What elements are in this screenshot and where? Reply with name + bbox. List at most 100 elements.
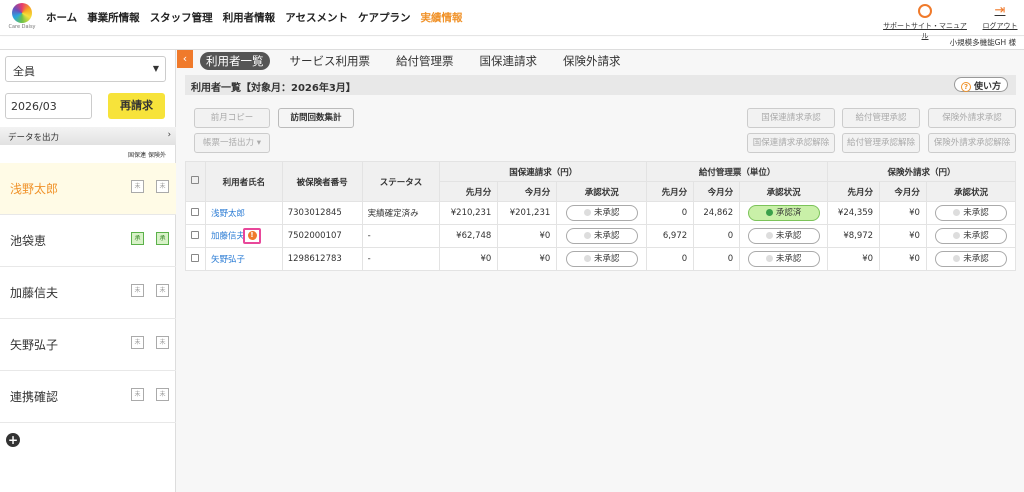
approval-status-button[interactable]: 未承認 [934, 205, 1007, 221]
approval-status-button[interactable]: 未承認 [565, 251, 638, 267]
help-button[interactable]: ? 使い方 [953, 77, 1008, 92]
sidebar-column-headers: 国保連 保険外 [128, 152, 166, 159]
circle-icon [583, 255, 591, 262]
amount-cell: ¥210,231 [439, 201, 499, 225]
table-row: 矢野弘子 1298612783 - ¥0 ¥0 未承認 0 0 未承認 ¥0 ¥0 未承認 [185, 247, 1017, 271]
sidebar-user-item[interactable]: 矢野弘子 未 未 [0, 319, 176, 371]
rebill-button[interactable]: 再請求 [108, 93, 165, 119]
user-name-link[interactable]: 加藤信夫 [211, 232, 245, 242]
amount-cell: ¥24,359 [827, 201, 881, 225]
approval-status-button[interactable]: 未承認 [934, 228, 1007, 244]
nav-assessment[interactable]: アセスメント [285, 10, 348, 25]
hoken-approve-button[interactable]: 保険外請求承認 [928, 108, 1016, 128]
header-kyufu: 給付管理票（単位） [646, 161, 829, 182]
approval-status-button[interactable]: 未承認 [747, 251, 820, 267]
tab-service-usage[interactable]: サービス利用票 [284, 52, 377, 70]
nav-staff[interactable]: スタッフ管理 [150, 10, 213, 25]
approval-status-button[interactable]: 未承認 [565, 228, 638, 244]
nav-home[interactable]: ホーム [46, 10, 77, 25]
prev-copy-button[interactable]: 前月コピー [194, 108, 270, 128]
row-checkbox[interactable] [185, 224, 206, 248]
warning-icon[interactable]: ! [243, 228, 261, 244]
nav-users[interactable]: 利用者情報 [223, 10, 276, 25]
support-link[interactable]: サポートサイト・マニュアル [880, 4, 970, 41]
header-name: 利用者氏名 [204, 161, 283, 202]
hoken-status-badge: 未 [156, 284, 169, 297]
header-hoken: 保険外請求（円） [827, 161, 1016, 182]
header-prev: 先月分 [646, 181, 695, 202]
tab-kokuho-billing[interactable]: 国保連請求 [474, 52, 544, 70]
approval-status-button[interactable]: 未承認 [934, 251, 1007, 267]
nav-office[interactable]: 事業所情報 [87, 10, 140, 25]
export-data-button[interactable]: データを出力 › [0, 127, 176, 145]
circle-icon [583, 232, 591, 239]
row-checkbox[interactable] [185, 247, 206, 271]
user-name: 矢野弘子 [10, 338, 59, 352]
kyufu-unapprove-button[interactable]: 給付管理承認解除 [842, 133, 920, 153]
visit-count-button[interactable]: 訪問回数集計 [278, 108, 354, 128]
user-name-link[interactable]: 浅野太郎 [211, 209, 245, 219]
user-name: 連携確認 [10, 390, 59, 404]
amount-cell: 0 [646, 247, 695, 271]
logo[interactable]: Care Daisy [8, 3, 36, 33]
header-approval: 承認状況 [739, 181, 829, 202]
amount-cell: ¥0 [827, 247, 881, 271]
header-kokuho: 国保連請求（円） [439, 161, 648, 182]
chevron-down-icon: ▼ [152, 64, 159, 73]
kokuho-approve-button[interactable]: 国保連請求承認 [747, 108, 835, 128]
header-approval: 承認状況 [925, 181, 1017, 202]
approval-status-button[interactable]: 未承認 [565, 205, 638, 221]
amount-cell: ¥0 [879, 201, 927, 225]
header-cur: 今月分 [497, 181, 558, 202]
amount-cell: ¥0 [879, 224, 927, 248]
amount-cell: 0 [693, 224, 741, 248]
circle-icon [953, 255, 961, 262]
kokuho-status-badge: 未 [131, 180, 144, 193]
check-circle-icon [765, 209, 773, 216]
hoken-unapprove-button[interactable]: 保険外請求承認解除 [928, 133, 1016, 153]
approval-status-button[interactable]: 承認済 [747, 205, 820, 221]
sidebar-user-item[interactable]: 連携確認 未 未 [0, 371, 176, 423]
hoken-status-badge: 未 [156, 388, 169, 401]
nav-records[interactable]: 実績情報 [420, 10, 462, 25]
tab-user-list[interactable]: 利用者一覧 [200, 52, 270, 70]
user-billing-table: 利用者氏名 被保険者番号 ステータス 国保連請求（円） 給付管理票（単位） 保険… [185, 161, 1017, 271]
sidebar-user-item[interactable]: 浅野太郎 未 未 [0, 163, 176, 215]
kokuho-status-badge: 未 [131, 284, 144, 297]
user-name-link[interactable]: 矢野弘子 [211, 255, 245, 265]
status-text: - [361, 224, 441, 248]
approval-status-button[interactable]: 未承認 [747, 228, 820, 244]
circle-icon [765, 255, 773, 262]
facility-name: 小規模多機能GH 様 [0, 37, 1024, 50]
top-nav: Care Daisy ホーム 事業所情報 スタッフ管理 利用者情報 アセスメント… [0, 0, 1024, 40]
insured-number: 7502000107 [281, 224, 363, 248]
add-icon[interactable]: + [6, 433, 20, 447]
tab-non-insurance-billing[interactable]: 保険外請求 [557, 52, 627, 70]
chevron-right-icon: › [167, 130, 171, 140]
logout-link[interactable]: ⇥ ログアウト [980, 4, 1020, 31]
circle-icon [953, 209, 961, 216]
month-input[interactable]: 2026/03 [5, 93, 92, 119]
tab-benefit-management[interactable]: 給付管理票 [390, 52, 460, 70]
user-filter-select[interactable]: 全員 ▼ [5, 56, 166, 82]
nav-careplan[interactable]: ケアプラン [358, 10, 411, 25]
collapse-sidebar-button[interactable]: ‹ [177, 50, 193, 68]
amount-cell: ¥0 [497, 247, 558, 271]
row-checkbox[interactable] [185, 201, 206, 225]
batch-print-button[interactable]: 帳票一括出力 ▾ [194, 133, 270, 153]
sidebar-user-item[interactable]: 加藤信夫 未 未 [0, 267, 176, 319]
sidebar-user-item[interactable]: 池袋恵 承 承 [0, 215, 176, 267]
select-all-checkbox[interactable] [185, 161, 206, 202]
main-content: ‹ 利用者一覧 サービス利用票 給付管理票 国保連請求 保険外請求 利用者一覧【… [176, 50, 1024, 492]
hoken-status-badge: 未 [156, 180, 169, 193]
logo-flower-icon [12, 3, 32, 23]
header-approval: 承認状況 [556, 181, 648, 202]
status-text: 実績確定済み [361, 201, 441, 225]
amount-cell: ¥8,972 [827, 224, 881, 248]
page-title: 利用者一覧【対象月：2026年3月】 [191, 83, 356, 94]
kyufu-approve-button[interactable]: 給付管理承認 [842, 108, 920, 128]
status-text: - [361, 247, 441, 271]
sidebar: 全員 ▼ 2026/03 再請求 データを出力 › 国保連 保険外 浅野太郎 未 未… [0, 50, 176, 492]
kokuho-unapprove-button[interactable]: 国保連請求承認解除 [747, 133, 835, 153]
amount-cell: 6,972 [646, 224, 695, 248]
